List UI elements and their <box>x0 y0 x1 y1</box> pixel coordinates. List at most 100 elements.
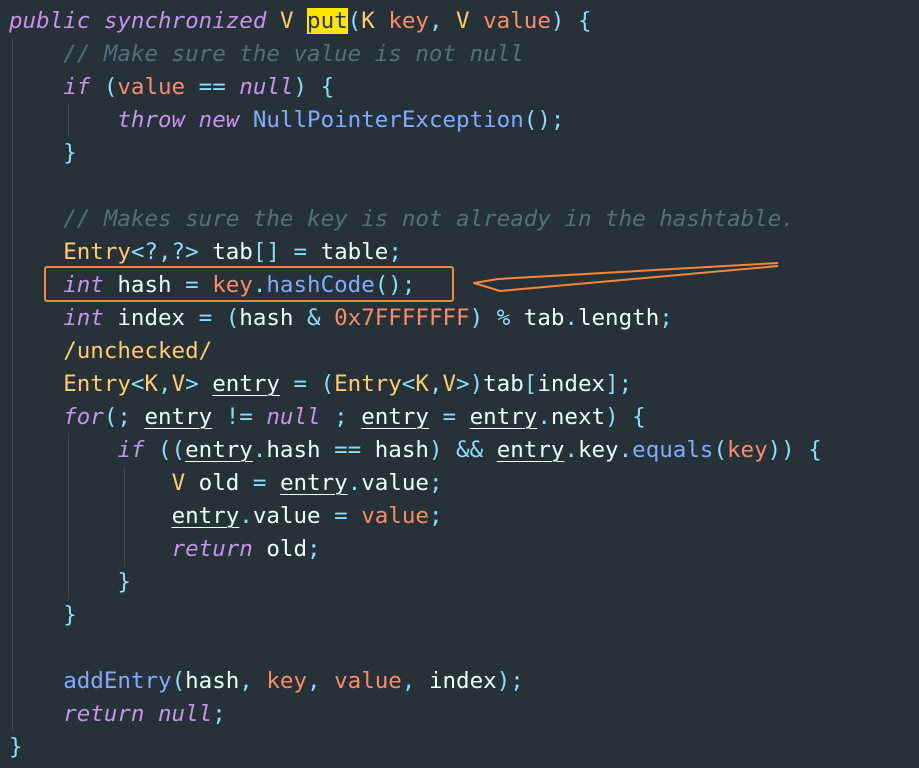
code-token: & <box>307 305 321 331</box>
code-token: [ <box>523 371 538 397</box>
code-token: 0x7FFFFFFF <box>334 305 470 331</box>
code-token: ( <box>103 74 118 100</box>
code-token: key <box>388 8 429 34</box>
code-token: entry <box>171 503 240 529</box>
code-token: ; <box>659 305 673 331</box>
code-token: ( <box>320 371 335 397</box>
code-line[interactable]: int index = (hash & 0x7FFFFFFF) % tab.le… <box>9 302 673 335</box>
code-line[interactable]: for(; entry != null ; entry = entry.next… <box>9 401 646 434</box>
code-token: K <box>415 371 429 397</box>
code-token: tab <box>198 239 253 265</box>
code-token: V <box>442 371 457 397</box>
code-token: >) <box>456 371 484 397</box>
code-token: index <box>103 305 199 331</box>
code-line[interactable]: public synchronized V put(K key, V value… <box>9 5 592 38</box>
code-line[interactable]: } <box>9 599 77 632</box>
code-token: != <box>225 404 253 430</box>
code-token: } <box>63 602 77 628</box>
code-token: tab <box>483 371 524 397</box>
code-token: /unchecked/ <box>63 338 213 364</box>
code-token: . <box>347 470 362 496</box>
code-token: // Make sure the value is not null <box>63 41 524 67</box>
code-token: Entry <box>63 239 131 265</box>
code-line[interactable]: return old; <box>9 533 321 566</box>
code-token: } <box>63 140 77 166</box>
code-token: entry <box>279 470 348 496</box>
code-token: . <box>537 404 551 430</box>
code-token: hash <box>266 437 335 463</box>
code-token: , <box>158 371 172 397</box>
code-line[interactable]: Entry<?,?> tab[] = table; <box>9 236 402 269</box>
code-token: <?,?> <box>130 239 199 265</box>
code-token: next <box>550 404 606 430</box>
code-token: old <box>252 536 308 562</box>
code-token: ( <box>347 8 362 34</box>
code-line[interactable]: } <box>9 731 23 764</box>
code-token: , <box>428 371 443 397</box>
code-token: NullPointerException <box>252 107 524 133</box>
code-line[interactable]: V old = entry.value; <box>9 467 443 500</box>
code-token: int <box>63 305 104 331</box>
code-token: ); <box>496 668 524 694</box>
code-line[interactable]: Entry<K,V> entry = (Entry<K,V>)tab[index… <box>9 368 632 401</box>
code-token: V <box>171 470 186 496</box>
code-line[interactable]: // Make sure the value is not null <box>9 38 524 71</box>
code-line[interactable]: return null; <box>9 698 226 731</box>
highlight-box <box>44 266 454 302</box>
code-line[interactable]: if (value == null) { <box>9 71 334 104</box>
code-token: throw <box>117 107 186 133</box>
code-token: V <box>279 8 294 34</box>
code-token: ; <box>212 701 226 727</box>
code-editor[interactable]: public synchronized V put(K key, V value… <box>0 0 919 768</box>
code-line[interactable]: throw new NullPointerException(); <box>9 104 564 137</box>
code-token: entry <box>185 437 253 463</box>
code-token: K <box>144 371 159 397</box>
code-line[interactable]: } <box>9 137 77 170</box>
code-token: ; <box>428 503 443 529</box>
code-token: hash <box>185 668 240 694</box>
code-token: hash <box>361 437 429 463</box>
code-token: value <box>361 470 429 496</box>
code-token: . <box>618 437 633 463</box>
code-token: if <box>63 74 91 100</box>
code-token: )) <box>767 437 795 463</box>
code-token: = <box>442 404 457 430</box>
code-line[interactable]: } <box>9 566 131 599</box>
code-token: entry <box>361 404 429 430</box>
code-token: ; <box>428 470 443 496</box>
code-line[interactable]: if ((entry.hash == hash) && entry.key.eq… <box>9 434 821 467</box>
code-token: ( <box>713 437 727 463</box>
code-line[interactable]: /unchecked/ <box>9 335 212 368</box>
code-line[interactable]: // Makes sure the key is not already in … <box>9 203 795 236</box>
code-token: key <box>266 668 308 694</box>
code-token: for <box>63 404 104 430</box>
code-token: entry <box>144 404 213 430</box>
code-token: [] <box>252 239 280 265</box>
code-line[interactable]: addEntry(hash, key, value, index); <box>9 665 524 698</box>
code-token: equals <box>632 437 714 463</box>
code-line[interactable]: entry.value = value; <box>9 500 443 533</box>
code-token: public <box>9 8 91 34</box>
code-token: value <box>483 8 551 34</box>
